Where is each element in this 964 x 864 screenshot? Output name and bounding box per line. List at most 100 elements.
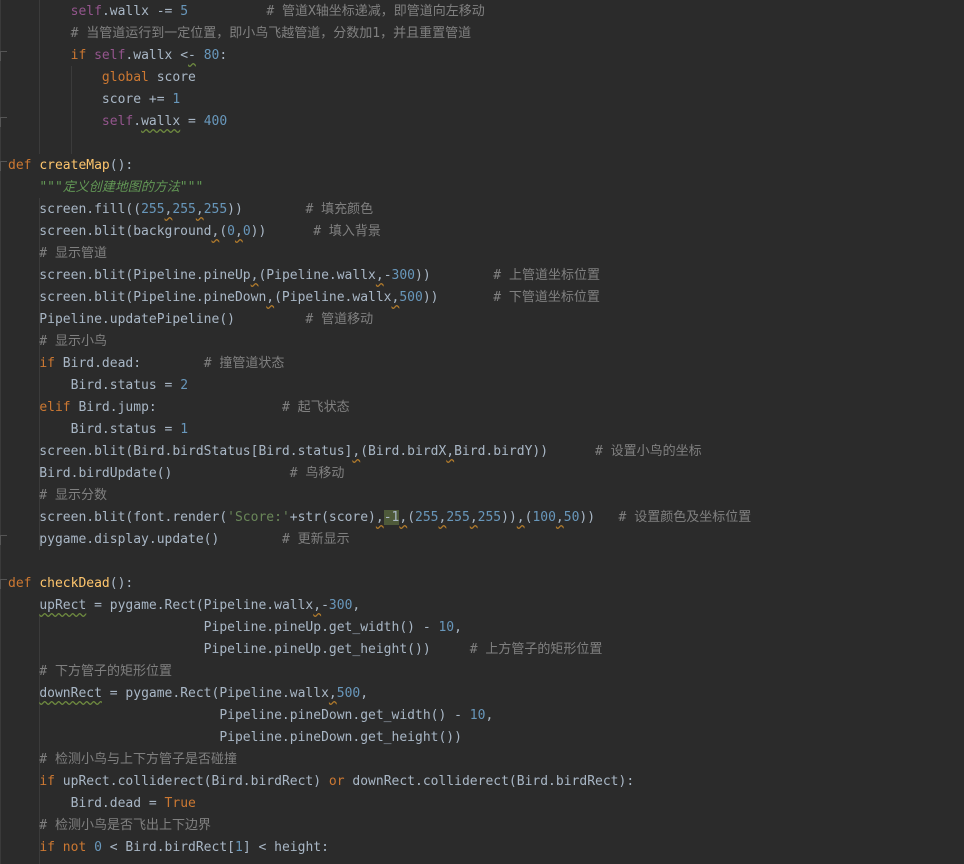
code-token: # 设置颜色及坐标位置 [618, 510, 752, 525]
code-token: # 管道X轴坐标递减，即管道向左移动 [188, 4, 485, 19]
code-token: +str(score) [289, 510, 376, 525]
code-line[interactable]: Bird.status = 1 [8, 419, 188, 441]
code-line[interactable]: score += 1 [8, 89, 180, 111]
code-token: Bird.birdUpdate() [8, 466, 290, 481]
code-token: , [195, 202, 204, 217]
fold-marker-icon[interactable] [0, 579, 7, 589]
code-line[interactable]: if upRect.colliderect(Bird.birdRect) or … [8, 771, 634, 793]
code-token: , [399, 510, 408, 525]
code-token: (): [109, 158, 134, 173]
code-token: , [454, 620, 462, 635]
code-line[interactable]: # 检测小鸟是否飞出上下边界 [8, 815, 211, 837]
code-line[interactable]: # 下方管子的矩形位置 [8, 661, 172, 683]
code-token: , [516, 510, 525, 525]
code-line[interactable]: def createMap(): [8, 155, 133, 177]
fold-marker-icon[interactable] [0, 161, 7, 171]
code-line[interactable]: # 显示管道 [8, 243, 107, 265]
code-line[interactable]: if not 0 < Bird.birdRect[1] < height: [8, 837, 329, 859]
code-token: if not [39, 840, 95, 855]
code-token: # 撞管道状态 [203, 356, 285, 371]
code-line[interactable]: upRect = pygame.Rect(Pipeline.wallx,-300… [8, 595, 360, 617]
code-line[interactable]: self.wallx -= 5 # 管道X轴坐标递减，即管道向左移动 [8, 1, 485, 23]
code-token: 10 [438, 620, 455, 635]
code-token: upRect.colliderect(Bird.birdRect) [62, 774, 329, 789]
code-line[interactable]: downRect = pygame.Rect(Pipeline.wallx,50… [8, 683, 368, 705]
code-line[interactable]: Pipeline.pineDown.get_height()) [8, 727, 462, 749]
code-token: 10 [469, 708, 486, 723]
code-token: downRect.colliderect(Bird.birdRect): [352, 774, 635, 789]
code-line[interactable]: screen.fill((255,255,255)) # 填充颜色 [8, 199, 373, 221]
code-line[interactable]: Pipeline.pineUp.get_width() - 10, [8, 617, 462, 639]
code-token: self [94, 48, 126, 63]
code-token: # 上管道坐标位置 [493, 268, 600, 283]
code-line[interactable]: # 显示小鸟 [8, 331, 107, 353]
code-line[interactable]: def checkDead(): [8, 573, 133, 595]
code-line[interactable]: # 当管道运行到一定位置，即小鸟飞越管道，分数加1，并且重置管道 [8, 23, 471, 45]
code-line[interactable]: # 检测小鸟与上下方管子是否碰撞 [8, 749, 237, 771]
code-line[interactable]: Bird.status = 2 [8, 375, 188, 397]
code-token: )) [422, 290, 494, 305]
gutter-edge [0, 0, 1, 864]
code-token: """定义创建地图的方法""" [39, 180, 204, 195]
fold-marker-icon[interactable] [0, 51, 7, 61]
code-token: # 显示小鸟 [8, 334, 107, 349]
code-token: Bird.status = [8, 378, 181, 393]
code-token: , [375, 268, 384, 283]
code-line[interactable]: if Bird.dead: # 撞管道状态 [8, 353, 284, 375]
code-token: 0 [94, 840, 102, 855]
code-token: (Pipeline.wallx [274, 290, 392, 305]
code-token: 0 [227, 224, 235, 239]
code-token: # 下方管子的矩形位置 [8, 664, 172, 679]
code-editor[interactable]: self.wallx -= 5 # 管道X轴坐标递减，即管道向左移动 # 当管道… [0, 0, 964, 864]
code-token: )) [227, 202, 306, 217]
code-line[interactable]: screen.blit(Bird.birdStatus[Bird.status]… [8, 441, 702, 463]
code-line[interactable]: elif Bird.jump: # 起飞状态 [8, 397, 349, 419]
code-token: # 当管道运行到一定位置，即小鸟飞越管道，分数加1，并且重置管道 [8, 26, 472, 41]
code-line[interactable]: Pipeline.updatePipeline() # 管道移动 [8, 309, 373, 331]
code-token: , [328, 686, 337, 701]
code-line[interactable]: screen.blit(Pipeline.pineUp,(Pipeline.wa… [8, 265, 600, 287]
code-token: # 设置小鸟的坐标 [595, 444, 702, 459]
code-line[interactable]: """定义创建地图的方法""" [8, 177, 203, 199]
code-token: 255 [203, 202, 228, 217]
code-token: score [156, 70, 196, 85]
code-token: , [485, 708, 494, 723]
code-token: def [8, 576, 40, 591]
code-token: : [219, 48, 228, 63]
code-line[interactable]: self.wallx = 400 [8, 111, 227, 133]
code-token: 255 [446, 510, 470, 525]
code-token: 300 [328, 598, 353, 613]
code-token: 1 [180, 422, 189, 437]
code-line[interactable]: # 显示分数 [8, 485, 107, 507]
code-token: # 显示管道 [8, 246, 107, 261]
code-line[interactable]: screen.blit(background,(0,0)) # 填入背景 [8, 221, 381, 243]
code-line[interactable]: screen.blit(font.render('Score:'+str(sco… [8, 507, 751, 529]
code-line[interactable]: global score [8, 67, 196, 89]
fold-marker-icon[interactable] [0, 117, 7, 127]
code-line[interactable]: pygame.display.update() # 更新显示 [8, 529, 349, 551]
code-token: # 管道移动 [305, 312, 374, 327]
code-token: 80 [203, 48, 220, 63]
code-token: Pipeline.pineUp.get_height()) [8, 642, 470, 657]
code-token: screen.fill(( [8, 202, 142, 217]
code-token: )) [415, 268, 494, 283]
fold-marker-icon[interactable] [0, 535, 7, 545]
code-line[interactable]: Pipeline.pineDown.get_width() - 10, [8, 705, 493, 727]
code-line[interactable]: Pipeline.pineUp.get_height()) # 上方管子的矩形位… [8, 639, 603, 661]
code-line[interactable]: Bird.birdUpdate() # 鸟移动 [8, 463, 344, 485]
code-token: 1 [172, 92, 181, 107]
code-token: = [180, 114, 204, 129]
code-line[interactable]: Bird.dead = True [8, 793, 196, 815]
code-line[interactable]: screen.blit(Pipeline.pineDown,(Pipeline.… [8, 287, 600, 309]
code-token: 255 [415, 510, 439, 525]
code-token: score += [8, 92, 173, 107]
code-token: , [313, 598, 322, 613]
code-token: , [555, 510, 564, 525]
code-token: Bird.jump: [78, 400, 282, 415]
code-line[interactable]: if self.wallx <- 80: [8, 45, 228, 67]
code-token: , [266, 290, 275, 305]
